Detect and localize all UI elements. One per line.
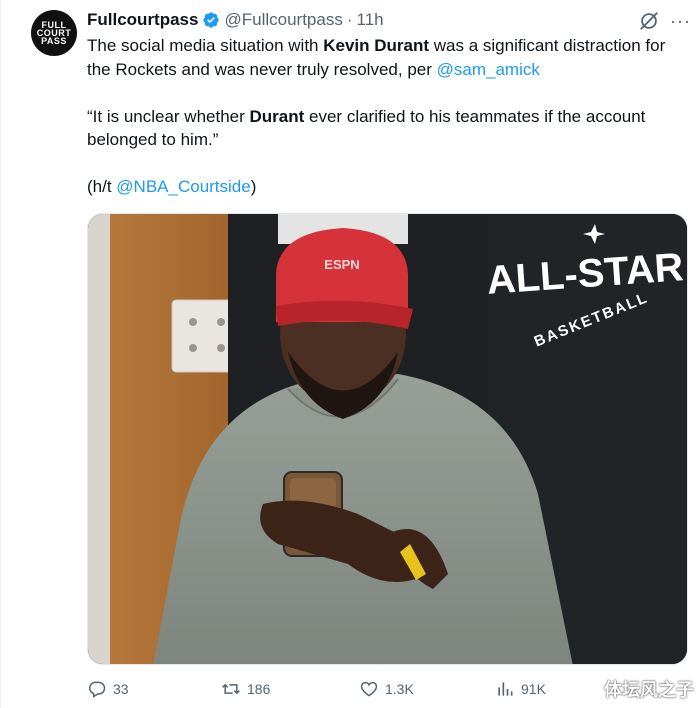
like-button[interactable]: 1.3K [359, 679, 414, 699]
text-segment: The social media situation with [87, 36, 324, 55]
separator-dot: · [346, 10, 353, 29]
repost-button[interactable]: 186 [221, 679, 270, 699]
tweet-photo[interactable]: ALL-STAR BASKETBALL ESPN [87, 213, 688, 665]
handle[interactable]: @Fullcourtpass [224, 10, 342, 30]
reply-count: 33 [113, 681, 129, 697]
more-options-icon[interactable]: ··· [670, 10, 692, 32]
photo-illustration: ALL-STAR BASKETBALL ESPN [88, 214, 687, 664]
text-segment: ) [250, 177, 257, 196]
views-chart-icon [498, 682, 513, 696]
reply-icon [89, 681, 106, 698]
tweet-header: Fullcourtpass @Fullcourtpass · 11h [87, 9, 384, 31]
tweet-paragraph-3: (h/t @NBA_Courtside) [87, 175, 692, 199]
mention-link[interactable]: @sam_amick [437, 60, 540, 79]
cap-logo-text: ESPN [324, 257, 359, 272]
watermark-text: 体坛风之子 [604, 680, 694, 700]
mention-link[interactable]: @NBA_Courtside [116, 177, 250, 196]
heart-icon [360, 681, 378, 697]
avatar-logo: FULL COURT PASS [31, 10, 77, 56]
reply-button[interactable]: 33 [87, 679, 129, 699]
avatar[interactable]: FULL COURT PASS [31, 10, 77, 56]
view-count: 91K [521, 681, 546, 697]
avatar-text-line: PASS [41, 36, 67, 46]
display-name[interactable]: Fullcourtpass [87, 10, 198, 30]
verified-badge-icon [203, 12, 220, 28]
text-segment: (h/t [87, 177, 117, 196]
grok-icon[interactable] [638, 10, 660, 32]
views-button[interactable]: 91K [495, 679, 546, 699]
text-segment: “It is unclear whether [87, 106, 250, 126]
weibo-logo-icon [574, 680, 598, 699]
like-count: 1.3K [385, 681, 414, 697]
tweet-paragraph-1: The social media situation with Kevin Du… [87, 34, 692, 81]
watermark: 体坛风之子 [574, 676, 694, 702]
tweet-paragraph-2: “It is unclear whether Durant ever clari… [87, 105, 692, 152]
bold-text: Durant [249, 106, 305, 126]
bold-text: Kevin Durant [323, 36, 430, 55]
timestamp[interactable]: 11h [357, 10, 384, 30]
repost-icon [222, 683, 240, 695]
tweet-text: The social media situation with Kevin Du… [87, 34, 692, 222]
tweet-card[interactable]: FULL COURT PASS Fullcourtpass @Fullcourt… [0, 0, 700, 708]
repost-count: 186 [247, 681, 271, 697]
